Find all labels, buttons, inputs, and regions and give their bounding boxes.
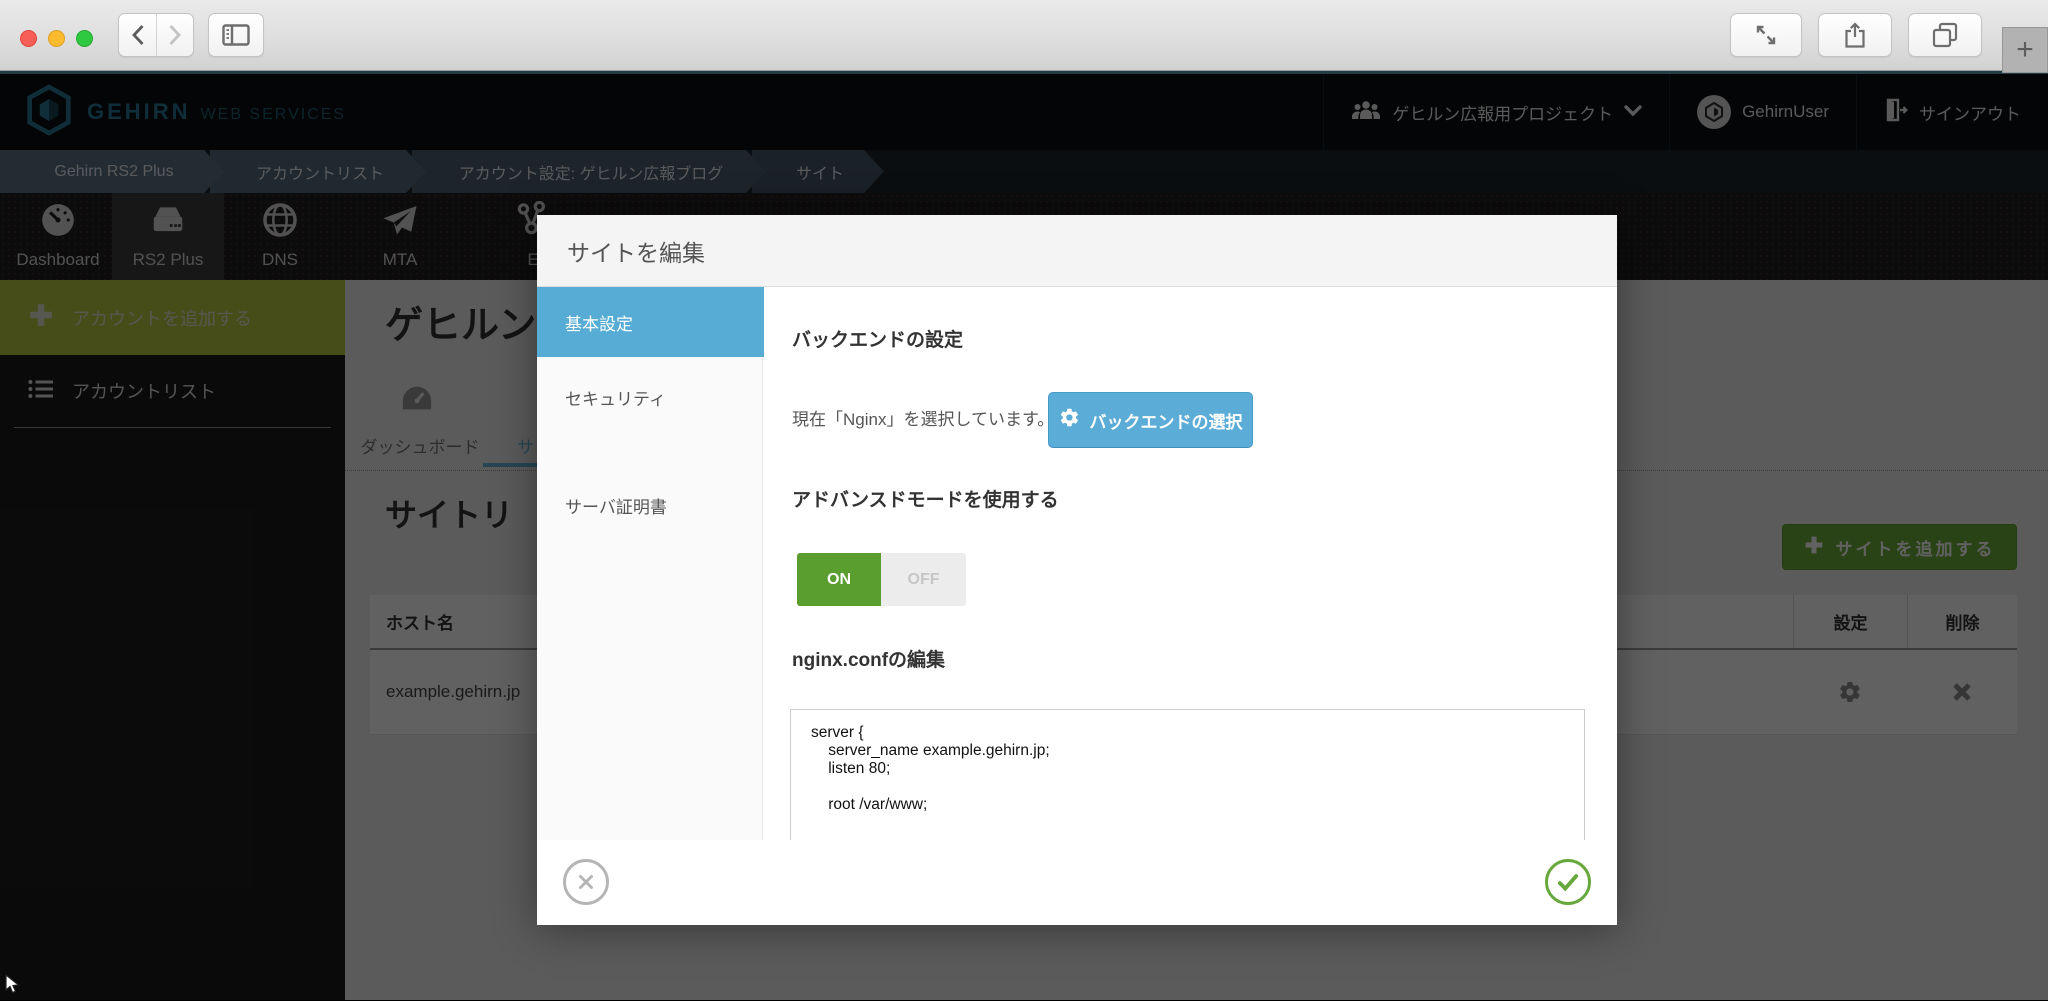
modal-tab-security[interactable]: セキュリティ [537, 362, 763, 432]
window-minimize-button[interactable] [48, 30, 65, 47]
modal-header: サイトを編集 [537, 215, 1617, 287]
modal-tab-basic-settings[interactable]: 基本設定 [537, 287, 764, 357]
choose-backend-label: バックエンドの選択 [1090, 408, 1243, 433]
window-close-button[interactable] [20, 30, 37, 47]
modal-footer [537, 840, 1617, 925]
sidebar-toggle-button[interactable] [208, 13, 264, 57]
current-backend-text: 現在「Nginx」を選択しています。 [792, 392, 1054, 448]
fullscreen-icon [1754, 23, 1778, 47]
confirm-button[interactable] [1545, 859, 1591, 905]
window-zoom-button[interactable] [76, 30, 93, 47]
gear-icon [1059, 407, 1080, 433]
fullscreen-button[interactable] [1730, 13, 1802, 57]
share-icon [1844, 22, 1866, 48]
modal-tab-server-certificate[interactable]: サーバ証明書 [537, 470, 763, 540]
new-tab-button[interactable]: + [2002, 27, 2048, 73]
browser-toolbar: + [0, 0, 2048, 71]
advanced-mode-heading: アドバンスドモードを使用する [792, 485, 1059, 512]
modal-title: サイトを編集 [567, 234, 705, 268]
nginx-conf-editor-box: server { server_name example.gehirn.jp; … [790, 709, 1585, 840]
modal-content: バックエンドの設定 現在「Nginx」を選択しています。 バックエンドの選択 ア… [764, 287, 1617, 840]
back-button[interactable] [119, 14, 156, 56]
mouse-cursor [5, 974, 21, 1001]
show-tabs-button[interactable] [1908, 13, 1982, 57]
forward-button[interactable] [156, 14, 193, 56]
modal-tab-column: 基本設定 セキュリティ サーバ証明書 [537, 287, 763, 840]
plus-icon: + [2016, 33, 2034, 67]
edit-site-modal: サイトを編集 基本設定 セキュリティ サーバ証明書 バックエンドの設定 現在「N… [537, 215, 1617, 925]
history-nav-group [118, 13, 194, 57]
share-button[interactable] [1818, 13, 1892, 57]
toggle-on-button[interactable]: ON [797, 553, 881, 606]
nginx-conf-textarea[interactable]: server { server_name example.gehirn.jp; … [791, 710, 1584, 840]
backend-settings-heading: バックエンドの設定 [792, 325, 963, 352]
choose-backend-button[interactable]: バックエンドの選択 [1048, 392, 1253, 448]
tabs-overview-icon [1932, 22, 1958, 48]
cancel-button[interactable] [563, 859, 609, 905]
toggle-off-button[interactable]: OFF [881, 553, 966, 606]
nginx-conf-heading: nginx.confの編集 [792, 645, 945, 672]
sidebar-icon [222, 24, 250, 46]
advanced-mode-toggle: ON OFF [797, 553, 966, 606]
